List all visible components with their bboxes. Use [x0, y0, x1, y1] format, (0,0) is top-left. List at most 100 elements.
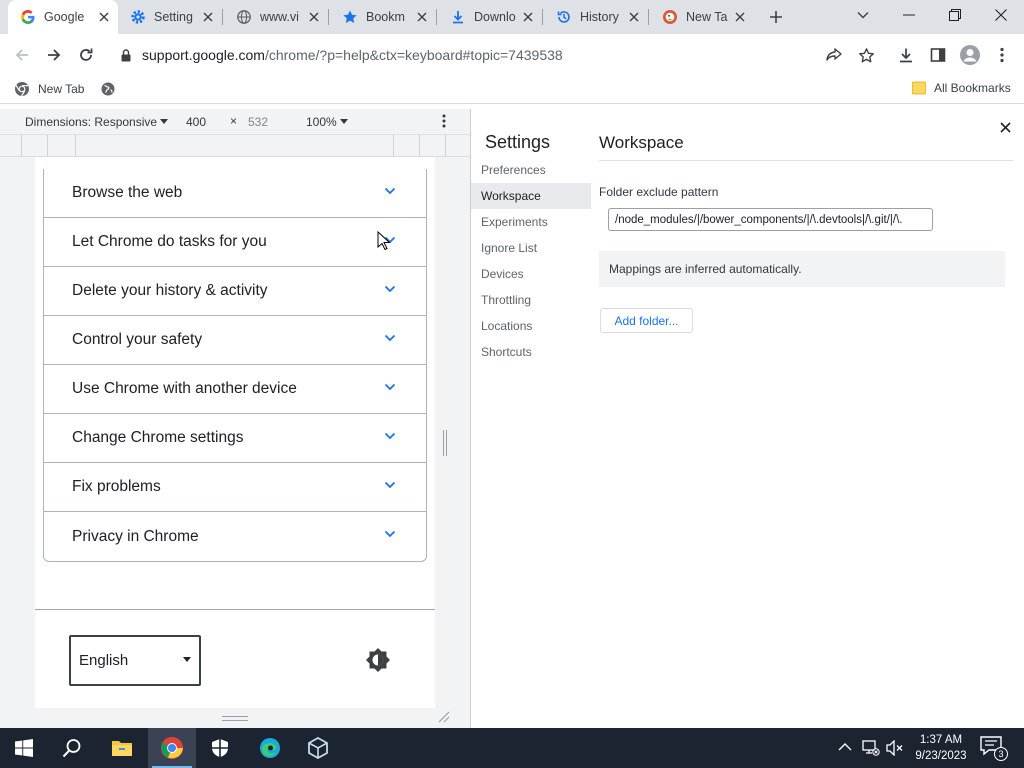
forward-button[interactable] — [40, 41, 68, 69]
dimensions-label: Dimensions: Responsive — [25, 115, 158, 129]
dimensions-dropdown[interactable]: Dimensions: Responsive — [25, 115, 169, 129]
mappings-notice: Mappings are inferred automatically. — [599, 251, 1005, 287]
chrome-menu-button[interactable] — [988, 41, 1016, 69]
file-explorer-button[interactable] — [98, 728, 146, 768]
tab-search-button[interactable] — [840, 0, 886, 30]
ruler-segment[interactable] — [22, 135, 48, 156]
tab-google[interactable]: Google — [8, 0, 118, 34]
restore-button[interactable] — [932, 0, 978, 30]
tab-title: History — [580, 10, 619, 24]
reload-button[interactable] — [72, 41, 100, 69]
reload-icon — [80, 48, 93, 61]
accordion-item-let-chrome-do-tasks[interactable]: Let Chrome do tasks for you — [44, 218, 426, 267]
ruler-segment[interactable] — [420, 135, 446, 156]
close-tab-icon[interactable] — [732, 9, 748, 25]
add-folder-button[interactable]: Add folder... — [600, 308, 693, 333]
nav-throttling[interactable]: Throttling — [471, 287, 591, 313]
width-input[interactable]: 400 — [186, 115, 206, 129]
nav-shortcuts[interactable]: Shortcuts — [471, 339, 591, 365]
accordion-item-privacy[interactable]: Privacy in Chrome — [44, 512, 426, 561]
ruler-segment[interactable] — [0, 135, 22, 156]
virtualbox-button[interactable] — [294, 728, 342, 768]
tab-separator — [436, 9, 437, 25]
language-select[interactable]: English — [69, 635, 201, 686]
chrome-taskbar-button[interactable] — [148, 728, 196, 768]
all-bookmarks-label: All Bookmarks — [934, 81, 1011, 95]
close-settings-button[interactable] — [997, 119, 1013, 135]
star-outline-icon — [858, 47, 874, 62]
zoom-dropdown[interactable]: 100% — [306, 115, 348, 129]
profile-button[interactable] — [956, 41, 984, 69]
edge-button[interactable] — [246, 728, 294, 768]
show-hidden-icons-button[interactable] — [838, 742, 852, 751]
search-button[interactable] — [48, 728, 96, 768]
ruler-segment[interactable] — [76, 135, 394, 156]
device-toolbar-menu[interactable] — [442, 114, 446, 128]
close-tab-icon[interactable] — [414, 9, 430, 25]
downloads-button[interactable] — [892, 41, 920, 69]
all-bookmarks-button[interactable]: All Bookmarks — [912, 81, 1011, 95]
media-query-ruler — [0, 135, 470, 157]
height-input[interactable]: 532 — [248, 115, 268, 129]
ruler-segment[interactable] — [48, 135, 76, 156]
accordion-item-change-settings[interactable]: Change Chrome settings — [44, 414, 426, 463]
nav-ignore-list[interactable]: Ignore List — [471, 235, 591, 261]
nav-preferences[interactable]: Preferences — [471, 157, 591, 183]
emulated-viewport[interactable]: Browse the web Let Chrome do tasks for y… — [35, 157, 435, 708]
bottom-resize-handle[interactable] — [222, 716, 248, 721]
accordion-item-delete-history[interactable]: Delete your history & activity — [44, 267, 426, 316]
volume-button[interactable] — [886, 740, 904, 756]
corner-resize-handle[interactable] — [438, 711, 450, 723]
theme-toggle-button[interactable] — [363, 645, 393, 675]
close-window-button[interactable] — [978, 0, 1024, 30]
devtools-settings-panel: Settings Preferences Workspace Experimen… — [470, 109, 1024, 728]
folder-exclude-pattern-input[interactable] — [608, 208, 933, 231]
plus-icon — [770, 11, 782, 23]
nav-devices[interactable]: Devices — [471, 261, 591, 287]
right-resize-handle[interactable] — [443, 430, 447, 456]
taskbar-clock[interactable]: 1:37 AM 9/23/2023 — [910, 732, 972, 764]
nav-workspace[interactable]: Workspace — [471, 183, 591, 209]
bookmark-new-tab[interactable]: New Tab — [14, 81, 84, 97]
chevron-up-icon — [838, 743, 852, 751]
nav-locations[interactable]: Locations — [471, 313, 591, 339]
tab-separator — [222, 9, 223, 25]
chevron-down-icon — [384, 334, 396, 342]
file-explorer-icon — [112, 741, 132, 756]
close-tab-icon[interactable] — [520, 9, 536, 25]
accordion-item-fix-problems[interactable]: Fix problems — [44, 463, 426, 512]
tab-downloads[interactable]: Downlo — [438, 0, 542, 34]
minimize-icon — [903, 14, 915, 16]
close-tab-icon[interactable] — [200, 9, 216, 25]
security-app-button[interactable] — [196, 728, 244, 768]
globe-icon — [236, 9, 252, 25]
tab-history[interactable]: History — [544, 0, 648, 34]
new-tab-button[interactable] — [754, 2, 798, 32]
kebab-menu-icon — [1000, 47, 1004, 63]
accordion-item-another-device[interactable]: Use Chrome with another device — [44, 365, 426, 414]
tab-www[interactable]: www.vi — [224, 0, 328, 34]
back-button[interactable] — [8, 41, 36, 69]
address-bar[interactable]: support.google.com/chrome/?p=help&ctx=ke… — [110, 39, 888, 71]
share-button[interactable] — [820, 41, 848, 69]
minimize-button[interactable] — [886, 0, 932, 30]
accordion-item-browse-the-web[interactable]: Browse the web — [44, 169, 426, 218]
close-tab-icon[interactable] — [96, 9, 112, 25]
start-button[interactable] — [0, 728, 48, 768]
close-tab-icon[interactable] — [626, 9, 642, 25]
accordion-label: Control your safety — [72, 331, 203, 348]
bookmark-globe[interactable] — [100, 81, 116, 97]
ruler-segment[interactable] — [394, 135, 420, 156]
accordion-label: Delete your history & activity — [72, 282, 268, 299]
accordion-item-control-safety[interactable]: Control your safety — [44, 316, 426, 365]
network-status-button[interactable] — [862, 740, 880, 756]
close-tab-icon[interactable] — [306, 9, 322, 25]
tab-new-tab[interactable]: New Ta — [650, 0, 754, 34]
tab-settings[interactable]: Setting — [118, 0, 222, 34]
nav-experiments[interactable]: Experiments — [471, 209, 591, 235]
notification-center-button[interactable]: 3 — [980, 736, 1008, 761]
network-icon — [862, 740, 880, 756]
side-panel-button[interactable] — [924, 41, 952, 69]
bookmark-star-button[interactable] — [852, 41, 880, 69]
tab-bookmarks[interactable]: Bookm — [330, 0, 436, 34]
